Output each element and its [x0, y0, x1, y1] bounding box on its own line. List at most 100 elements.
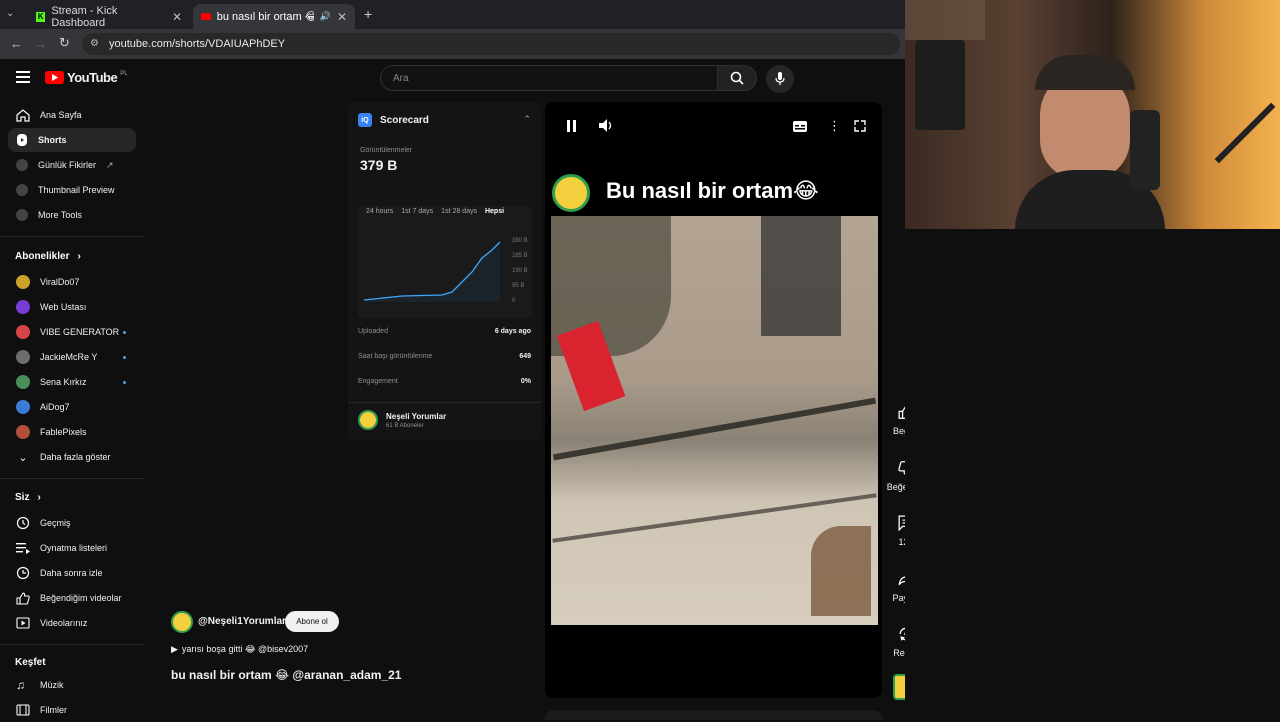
youtube-logo[interactable]: YouTube PL: [45, 70, 128, 85]
video-icon: [16, 617, 30, 629]
sidebar-item-daily-ideas[interactable]: Günlük Fikirler ↗: [8, 153, 136, 177]
subscription-item[interactable]: ViralDo07: [8, 270, 136, 294]
sidebar-item-music[interactable]: ♫ Müzik: [8, 673, 136, 697]
search-icon: [730, 71, 744, 85]
stat-uploaded: Uploaded 6 days ago: [358, 328, 531, 335]
reload-icon[interactable]: ↻: [59, 35, 70, 51]
y-tick-label: 190 B: [512, 268, 528, 274]
menu-icon[interactable]: [16, 71, 30, 83]
channel-avatar: [358, 410, 378, 430]
extension-icon: [16, 184, 28, 196]
more-options-icon[interactable]: ⋮: [828, 119, 841, 132]
webcam-overlay: [905, 0, 1280, 229]
tab-title: bu nasıl bir ortam 😂 @arar: [216, 11, 314, 23]
close-icon[interactable]: ✕: [337, 10, 347, 24]
tab-title: Stream - Kick Dashboard: [51, 4, 118, 29]
youtube-play-icon: [45, 71, 64, 84]
search-button[interactable]: [717, 65, 757, 91]
views-value: 379 B: [360, 157, 398, 173]
new-content-dot: [123, 380, 126, 384]
video-description: bu nasıl bir ortam 😂 @aranan_adam_21: [171, 668, 402, 682]
tab-list-button[interactable]: ⌄: [6, 8, 20, 22]
subscriptions-heading[interactable]: Abonelikler ›: [15, 251, 81, 262]
play-icon: ▶: [171, 644, 178, 654]
channel-avatar: [16, 375, 30, 389]
search-input[interactable]: Ara: [380, 65, 718, 91]
stat-hourly-views: Saat başı görüntülenme 649: [358, 353, 531, 360]
volume-icon[interactable]: [599, 119, 614, 132]
sidebar-item-playlists[interactable]: Oynatma listeleri: [8, 536, 136, 560]
sidebar-item-home[interactable]: Ana Sayfa: [8, 103, 136, 127]
site-info-icon[interactable]: ⚙: [90, 38, 99, 49]
sidebar-item-thumbnail-preview[interactable]: Thumbnail Preview: [8, 178, 136, 202]
y-tick-label: 380 B: [512, 238, 528, 244]
sidebar-item-films[interactable]: Filmler: [8, 698, 136, 722]
sidebar-item-history[interactable]: Geçmiş: [8, 511, 136, 535]
scorecard-panel: iQ Scorecard ⌃ Görüntülenmeler 379 B 24 …: [348, 102, 541, 440]
extension-icon: [16, 159, 28, 171]
new-tab-button[interactable]: +: [364, 6, 372, 22]
scorecard-channel[interactable]: Neşeli Yorumlar 61 B Aboneler: [358, 410, 446, 430]
extension-icon: [16, 209, 28, 221]
channel-avatar: [16, 400, 30, 414]
back-icon[interactable]: ←: [10, 36, 23, 51]
sidebar-item-watch-later[interactable]: Daha sonra izle: [8, 561, 136, 585]
tab-youtube-short[interactable]: bu nasıl bir ortam 😂 @arar 🔊 ✕: [193, 4, 355, 29]
range-tab-24h[interactable]: 24 hours: [366, 208, 393, 215]
you-heading[interactable]: Siz ›: [15, 492, 41, 503]
speaker-icon[interactable]: 🔊: [320, 11, 331, 22]
video-overlay-title: Bu nasıl bir ortam😂: [606, 178, 819, 203]
next-short-preview: [545, 710, 882, 720]
tab-kick-dashboard[interactable]: K Stream - Kick Dashboard ✕: [28, 4, 190, 29]
music-icon: ♫: [16, 678, 25, 692]
channel-avatar: [16, 275, 30, 289]
subscription-item[interactable]: AiDog7: [8, 395, 136, 419]
channel-avatar: [16, 325, 30, 339]
youtube-icon: [201, 13, 211, 20]
new-content-dot: [123, 330, 126, 334]
close-icon[interactable]: ✕: [172, 10, 182, 24]
captions-icon[interactable]: [793, 121, 807, 132]
show-more-button[interactable]: ⌄ Daha fazla göster: [8, 445, 136, 469]
chevron-right-icon: ›: [77, 251, 81, 262]
fullscreen-icon[interactable]: [854, 120, 866, 132]
url-text[interactable]: youtube.com/shorts/VDAIUAPhDEY: [109, 38, 285, 50]
scorecard-title: Scorecard: [380, 114, 429, 126]
subscription-item[interactable]: Sena Kırkız: [8, 370, 136, 394]
pause-icon[interactable]: [566, 120, 577, 132]
new-content-dot: [123, 355, 126, 359]
sidebar-item-your-videos[interactable]: Videolarınız: [8, 611, 136, 635]
y-tick-label: 0: [512, 298, 516, 304]
microphone-icon: [775, 72, 785, 86]
subscribe-button[interactable]: Abone ol: [285, 611, 339, 632]
scorecard-icon: iQ: [358, 113, 372, 127]
y-tick-label: 285 B: [512, 253, 528, 259]
subscription-item[interactable]: FablePixels: [8, 420, 136, 444]
video-frame-image: [551, 216, 878, 625]
subscription-item[interactable]: Web Ustası: [8, 295, 136, 319]
playlist-icon: [16, 542, 30, 554]
channel-avatar: [16, 350, 30, 364]
range-tab-7d[interactable]: 1st 7 days: [401, 208, 433, 215]
like-icon: [16, 591, 30, 605]
channel-handle[interactable]: @Neşeli1Yorumlar: [198, 616, 286, 627]
subscription-item[interactable]: JackieMcRe Y: [8, 345, 136, 369]
channel-avatar: [16, 425, 30, 439]
channel-avatar: [16, 300, 30, 314]
sidebar-item-shorts[interactable]: Shorts: [8, 128, 136, 152]
range-tab-all[interactable]: Hepsi: [485, 208, 504, 215]
sidebar-item-liked-videos[interactable]: Beğendiğim videolar: [8, 586, 136, 610]
chevron-down-icon: ⌄: [18, 451, 28, 464]
channel-avatar[interactable]: [171, 611, 193, 633]
sidebar-divider: [0, 236, 144, 237]
forward-icon[interactable]: →: [34, 36, 47, 51]
sidebar-divider: [0, 478, 144, 479]
collapse-icon[interactable]: ⌃: [523, 114, 531, 125]
views-label: Görüntülenmeler: [360, 147, 413, 154]
sidebar-item-more-tools[interactable]: More Tools: [8, 203, 136, 227]
voice-search-button[interactable]: [766, 65, 794, 93]
music-line[interactable]: ▶ yarısı boşa gitti 😂 @bisev2007: [171, 644, 308, 655]
range-tab-28d[interactable]: 1st 28 days: [441, 208, 477, 215]
stat-engagement: Engagement 0%: [358, 378, 531, 385]
subscription-item[interactable]: VIBE GENERATOR: [8, 320, 136, 344]
